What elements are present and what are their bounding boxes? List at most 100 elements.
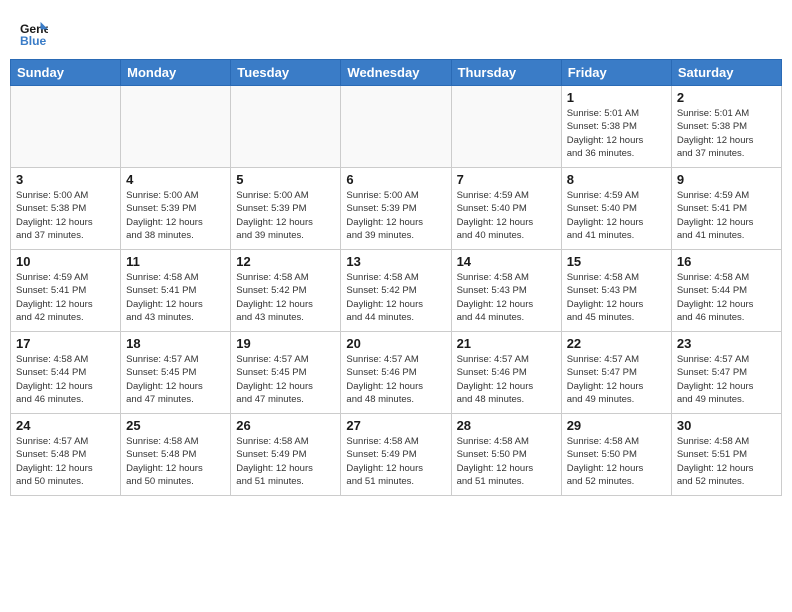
calendar-cell: 17Sunrise: 4:58 AM Sunset: 5:44 PM Dayli… xyxy=(11,332,121,414)
calendar-cell: 27 Sunrise: 4:58 AM Sunset: 5:49 PM Dayli… xyxy=(341,414,451,496)
calendar-cell: 1 Sunrise: 5:01 AM Sunset: 5:38 PM Daylig… xyxy=(561,86,671,168)
calendar-cell: 26Sunrise: 4:58 AM Sunset: 5:49 PM Dayli… xyxy=(231,414,341,496)
calendar-cell: 28 Sunrise: 4:58 AM Sunset: 5:50 PM Dayli… xyxy=(451,414,561,496)
day-number: 14 xyxy=(457,254,556,269)
day-info: Sunrise: 4:57 AM Sunset: 5:46 PM Dayligh… xyxy=(457,353,556,406)
week-row-2: 3 Sunrise: 5:00 AM Sunset: 5:38 PM Daylig… xyxy=(11,168,782,250)
calendar-cell: 6 Sunrise: 5:00 AM Sunset: 5:39 PM Daylig… xyxy=(341,168,451,250)
day-number: 29 xyxy=(567,418,666,433)
day-info: Sunrise: 5:00 AM Sunset: 5:39 PM Dayligh… xyxy=(346,189,445,242)
calendar-cell: 3 Sunrise: 5:00 AM Sunset: 5:38 PM Daylig… xyxy=(11,168,121,250)
page-header: General Blue xyxy=(10,10,782,53)
day-number: 24 xyxy=(16,418,115,433)
calendar-cell: 15 Sunrise: 4:58 AM Sunset: 5:43 PM Dayli… xyxy=(561,250,671,332)
day-number: 16 xyxy=(677,254,776,269)
calendar-cell: 19Sunrise: 4:57 AM Sunset: 5:45 PM Dayli… xyxy=(231,332,341,414)
day-info: Sunrise: 4:57 AM Sunset: 5:45 PM Dayligh… xyxy=(236,353,335,406)
day-number: 20 xyxy=(346,336,445,351)
day-info: Sunrise: 4:59 AM Sunset: 5:40 PM Dayligh… xyxy=(567,189,666,242)
day-info: Sunrise: 4:58 AM Sunset: 5:50 PM Dayligh… xyxy=(567,435,666,488)
day-info: Sunrise: 4:58 AM Sunset: 5:44 PM Dayligh… xyxy=(677,271,776,324)
day-info: Sunrise: 4:59 AM Sunset: 5:41 PM Dayligh… xyxy=(16,271,115,324)
calendar-cell xyxy=(121,86,231,168)
day-info: Sunrise: 5:00 AM Sunset: 5:39 PM Dayligh… xyxy=(236,189,335,242)
calendar-cell: 21 Sunrise: 4:57 AM Sunset: 5:46 PM Dayli… xyxy=(451,332,561,414)
day-number: 15 xyxy=(567,254,666,269)
svg-text:Blue: Blue xyxy=(20,34,47,48)
logo-icon: General Blue xyxy=(20,20,48,48)
day-number: 12 xyxy=(236,254,335,269)
day-number: 10 xyxy=(16,254,115,269)
weekday-header-wednesday: Wednesday xyxy=(341,60,451,86)
calendar-cell: 22 Sunrise: 4:57 AM Sunset: 5:47 PM Dayli… xyxy=(561,332,671,414)
calendar-cell: 16 Sunrise: 4:58 AM Sunset: 5:44 PM Dayli… xyxy=(671,250,781,332)
day-info: Sunrise: 4:58 AM Sunset: 5:41 PM Dayligh… xyxy=(126,271,225,324)
day-number: 2 xyxy=(677,90,776,105)
week-row-3: 10 Sunrise: 4:59 AM Sunset: 5:41 PM Dayli… xyxy=(11,250,782,332)
day-info: Sunrise: 4:59 AM Sunset: 5:40 PM Dayligh… xyxy=(457,189,556,242)
day-number: 21 xyxy=(457,336,556,351)
day-info: Sunrise: 4:58 AM Sunset: 5:43 PM Dayligh… xyxy=(457,271,556,324)
day-number: 25 xyxy=(126,418,225,433)
weekday-header-row: SundayMondayTuesdayWednesdayThursdayFrid… xyxy=(11,60,782,86)
day-info: Sunrise: 4:58 AM Sunset: 5:49 PM Dayligh… xyxy=(236,435,335,488)
calendar-cell: 14 Sunrise: 4:58 AM Sunset: 5:43 PM Dayli… xyxy=(451,250,561,332)
weekday-header-saturday: Saturday xyxy=(671,60,781,86)
day-number: 18 xyxy=(126,336,225,351)
day-info: Sunrise: 4:57 AM Sunset: 5:46 PM Dayligh… xyxy=(346,353,445,406)
day-info: Sunrise: 4:57 AM Sunset: 5:48 PM Dayligh… xyxy=(16,435,115,488)
day-number: 8 xyxy=(567,172,666,187)
day-info: Sunrise: 4:58 AM Sunset: 5:48 PM Dayligh… xyxy=(126,435,225,488)
day-number: 30 xyxy=(677,418,776,433)
calendar-cell: 18 Sunrise: 4:57 AM Sunset: 5:45 PM Dayli… xyxy=(121,332,231,414)
day-info: Sunrise: 5:00 AM Sunset: 5:38 PM Dayligh… xyxy=(16,189,115,242)
day-number: 4 xyxy=(126,172,225,187)
day-info: Sunrise: 4:57 AM Sunset: 5:47 PM Dayligh… xyxy=(567,353,666,406)
week-row-1: 1 Sunrise: 5:01 AM Sunset: 5:38 PM Daylig… xyxy=(11,86,782,168)
calendar-cell: 9Sunrise: 4:59 AM Sunset: 5:41 PM Daylig… xyxy=(671,168,781,250)
calendar-table: SundayMondayTuesdayWednesdayThursdayFrid… xyxy=(10,59,782,496)
calendar-cell xyxy=(451,86,561,168)
weekday-header-thursday: Thursday xyxy=(451,60,561,86)
day-info: Sunrise: 5:01 AM Sunset: 5:38 PM Dayligh… xyxy=(567,107,666,160)
calendar-cell: 7 Sunrise: 4:59 AM Sunset: 5:40 PM Daylig… xyxy=(451,168,561,250)
calendar-cell: 29 Sunrise: 4:58 AM Sunset: 5:50 PM Dayli… xyxy=(561,414,671,496)
calendar-cell xyxy=(11,86,121,168)
day-info: Sunrise: 5:01 AM Sunset: 5:38 PM Dayligh… xyxy=(677,107,776,160)
calendar-cell: 8 Sunrise: 4:59 AM Sunset: 5:40 PM Daylig… xyxy=(561,168,671,250)
calendar-cell: 20 Sunrise: 4:57 AM Sunset: 5:46 PM Dayli… xyxy=(341,332,451,414)
day-number: 27 xyxy=(346,418,445,433)
day-number: 1 xyxy=(567,90,666,105)
day-number: 23 xyxy=(677,336,776,351)
day-info: Sunrise: 4:57 AM Sunset: 5:45 PM Dayligh… xyxy=(126,353,225,406)
day-info: Sunrise: 4:58 AM Sunset: 5:42 PM Dayligh… xyxy=(346,271,445,324)
calendar-cell xyxy=(341,86,451,168)
day-info: Sunrise: 4:58 AM Sunset: 5:43 PM Dayligh… xyxy=(567,271,666,324)
calendar-cell: 13 Sunrise: 4:58 AM Sunset: 5:42 PM Dayli… xyxy=(341,250,451,332)
calendar-cell: 2 Sunrise: 5:01 AM Sunset: 5:38 PM Daylig… xyxy=(671,86,781,168)
day-number: 7 xyxy=(457,172,556,187)
day-number: 28 xyxy=(457,418,556,433)
weekday-header-sunday: Sunday xyxy=(11,60,121,86)
day-info: Sunrise: 4:58 AM Sunset: 5:50 PM Dayligh… xyxy=(457,435,556,488)
calendar-cell: 11 Sunrise: 4:58 AM Sunset: 5:41 PM Dayli… xyxy=(121,250,231,332)
day-info: Sunrise: 4:58 AM Sunset: 5:49 PM Dayligh… xyxy=(346,435,445,488)
weekday-header-monday: Monday xyxy=(121,60,231,86)
day-number: 11 xyxy=(126,254,225,269)
weekday-header-friday: Friday xyxy=(561,60,671,86)
day-number: 3 xyxy=(16,172,115,187)
week-row-4: 17Sunrise: 4:58 AM Sunset: 5:44 PM Dayli… xyxy=(11,332,782,414)
calendar-cell xyxy=(231,86,341,168)
day-info: Sunrise: 4:57 AM Sunset: 5:47 PM Dayligh… xyxy=(677,353,776,406)
day-info: Sunrise: 4:58 AM Sunset: 5:42 PM Dayligh… xyxy=(236,271,335,324)
calendar-cell: 4Sunrise: 5:00 AM Sunset: 5:39 PM Daylig… xyxy=(121,168,231,250)
calendar-cell: 12 Sunrise: 4:58 AM Sunset: 5:42 PM Dayli… xyxy=(231,250,341,332)
weekday-header-tuesday: Tuesday xyxy=(231,60,341,86)
calendar-cell: 5Sunrise: 5:00 AM Sunset: 5:39 PM Daylig… xyxy=(231,168,341,250)
calendar-cell: 23 Sunrise: 4:57 AM Sunset: 5:47 PM Dayli… xyxy=(671,332,781,414)
day-info: Sunrise: 4:58 AM Sunset: 5:44 PM Dayligh… xyxy=(16,353,115,406)
day-number: 6 xyxy=(346,172,445,187)
day-number: 22 xyxy=(567,336,666,351)
day-number: 13 xyxy=(346,254,445,269)
calendar-cell: 24 Sunrise: 4:57 AM Sunset: 5:48 PM Dayli… xyxy=(11,414,121,496)
